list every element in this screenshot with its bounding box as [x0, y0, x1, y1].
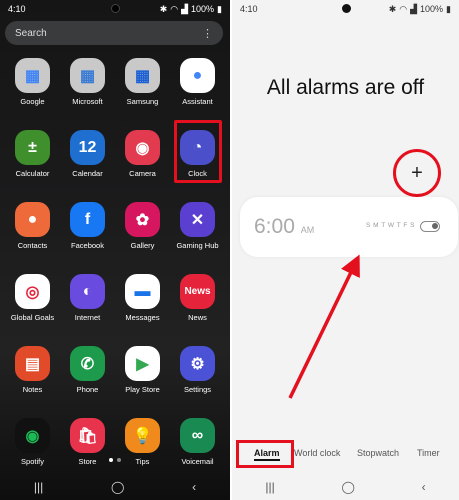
- app-samsung[interactable]: ▦ Samsung: [116, 58, 170, 106]
- app-internet[interactable]: ◐ Internet: [61, 274, 115, 322]
- app-calendar[interactable]: 12 Calendar: [61, 130, 115, 178]
- calendar-icon: 12: [70, 130, 105, 165]
- app-gallery[interactable]: ✿ Gallery: [116, 202, 170, 250]
- app-label: Camera: [129, 169, 156, 178]
- internet-icon: ◐: [70, 274, 105, 309]
- app-label: Calculator: [15, 169, 50, 178]
- app-camera[interactable]: ◉ Camera: [116, 130, 170, 178]
- back-button[interactable]: ‹: [422, 480, 426, 494]
- more-options-icon[interactable]: ⋮: [202, 27, 213, 40]
- alarm-tab-highlight: [236, 440, 294, 468]
- battery-icon: ▮: [217, 3, 222, 14]
- app-label: Global Goals: [10, 313, 55, 322]
- app-label: Messages: [125, 313, 160, 322]
- app-global-goals[interactable]: ◎ Global Goals: [6, 274, 60, 322]
- navigation-bar: ||| ◯ ‹: [0, 474, 230, 500]
- contacts-icon: ●: [15, 202, 50, 237]
- app-label: Samsung: [126, 97, 159, 106]
- app-label: Google: [20, 97, 45, 106]
- messages-icon: ▬: [125, 274, 160, 309]
- status-bar: 4:10 ✱ ◠ ▟ 100% ▮: [0, 0, 230, 18]
- wifi-icon: ◠: [170, 3, 179, 14]
- signal-icon: ▟: [181, 3, 189, 14]
- google-folder-icon: ▦: [15, 58, 50, 93]
- global-goals-icon: ◎: [15, 274, 50, 309]
- app-label: Play Store: [125, 385, 160, 394]
- front-camera: [111, 4, 120, 13]
- annotation-arrow: [288, 254, 360, 399]
- app-label: News: [188, 313, 207, 322]
- app-calculator[interactable]: ± Calculator: [6, 130, 60, 178]
- app-label: Internet: [74, 313, 101, 322]
- settings-icon: ⚙: [180, 346, 215, 381]
- home-button[interactable]: ◯: [341, 480, 354, 494]
- app-label: Gallery: [130, 241, 155, 250]
- app-label: Gaming Hub: [176, 241, 219, 250]
- app-label: Notes: [22, 385, 43, 394]
- gallery-icon: ✿: [125, 202, 160, 237]
- tab-world-clock[interactable]: World clock: [294, 448, 340, 458]
- app-label: Facebook: [71, 241, 104, 250]
- app-gaming-hub[interactable]: ✕ Gaming Hub: [171, 202, 225, 250]
- status-icons: ✱ ◠ ▟ 100% ▮: [160, 4, 222, 15]
- recents-button[interactable]: |||: [265, 480, 274, 494]
- app-grid: ▦ Google ▦ Microsoft ▦ Samsung ● Assistant ± Calc…: [0, 58, 230, 466]
- app-news[interactable]: News News: [171, 274, 225, 322]
- tab-stopwatch[interactable]: Stopwatch: [357, 448, 399, 458]
- app-label: Assistant: [182, 97, 213, 106]
- news-icon: News: [180, 274, 215, 309]
- spotify-icon: ◉: [15, 418, 50, 453]
- calculator-icon: ±: [15, 130, 50, 165]
- app-messages[interactable]: ▬ Messages: [116, 274, 170, 322]
- app-label: Phone: [76, 385, 99, 394]
- play-store-icon: ▶: [125, 346, 160, 381]
- store-icon: 🛍: [70, 418, 105, 453]
- app-label: Calendar: [72, 169, 103, 178]
- facebook-icon: f: [70, 202, 105, 237]
- app-assistant[interactable]: ● Assistant: [171, 58, 225, 106]
- tab-timer[interactable]: Timer: [417, 448, 440, 458]
- battery-percent: 100%: [191, 4, 215, 14]
- app-play-store[interactable]: ▶ Play Store: [116, 346, 170, 394]
- assistant-icon: ●: [180, 58, 215, 93]
- samsung-folder-icon: ▦: [125, 58, 160, 93]
- page-indicator: [0, 458, 230, 462]
- home-button[interactable]: ◯: [111, 480, 124, 494]
- app-phone[interactable]: ✆ Phone: [61, 346, 115, 394]
- back-button[interactable]: ‹: [192, 480, 196, 494]
- clock-app-screen: 4:10 ✱ ◠ ▟ 100% ▮ All alarms are off + 6…: [232, 0, 459, 500]
- microsoft-folder-icon: ▦: [70, 58, 105, 93]
- app-clock[interactable]: ◔ Clock: [171, 120, 225, 183]
- app-drawer-screen: 4:10 ✱ ◠ ▟ 100% ▮ Search ⋮ ▦ Google ▦ Micro…: [0, 0, 230, 500]
- search-bar[interactable]: Search ⋮: [5, 21, 223, 45]
- notes-icon: ▤: [15, 346, 50, 381]
- tips-icon: 💡: [125, 418, 160, 453]
- app-label: Microsoft: [72, 97, 103, 106]
- app-settings[interactable]: ⚙ Settings: [171, 346, 225, 394]
- search-placeholder: Search: [15, 27, 47, 39]
- camera-icon: ◉: [125, 130, 160, 165]
- navigation-bar: ||| ◯ ‹: [232, 474, 459, 500]
- status-time: 4:10: [8, 4, 26, 14]
- recents-button[interactable]: |||: [34, 480, 43, 494]
- gaming-hub-icon: ✕: [180, 202, 215, 237]
- app-contacts[interactable]: ● Contacts: [6, 202, 60, 250]
- app-notes[interactable]: ▤ Notes: [6, 346, 60, 394]
- phone-icon: ✆: [70, 346, 105, 381]
- clock-highlight-box: [173, 120, 222, 183]
- bluetooth-icon: ✱: [159, 3, 168, 14]
- voicemail-icon: ∞: [180, 418, 215, 453]
- app-label: Settings: [183, 385, 212, 394]
- app-google[interactable]: ▦ Google: [6, 58, 60, 106]
- app-facebook[interactable]: f Facebook: [61, 202, 115, 250]
- app-label: Contacts: [17, 241, 48, 250]
- app-microsoft[interactable]: ▦ Microsoft: [61, 58, 115, 106]
